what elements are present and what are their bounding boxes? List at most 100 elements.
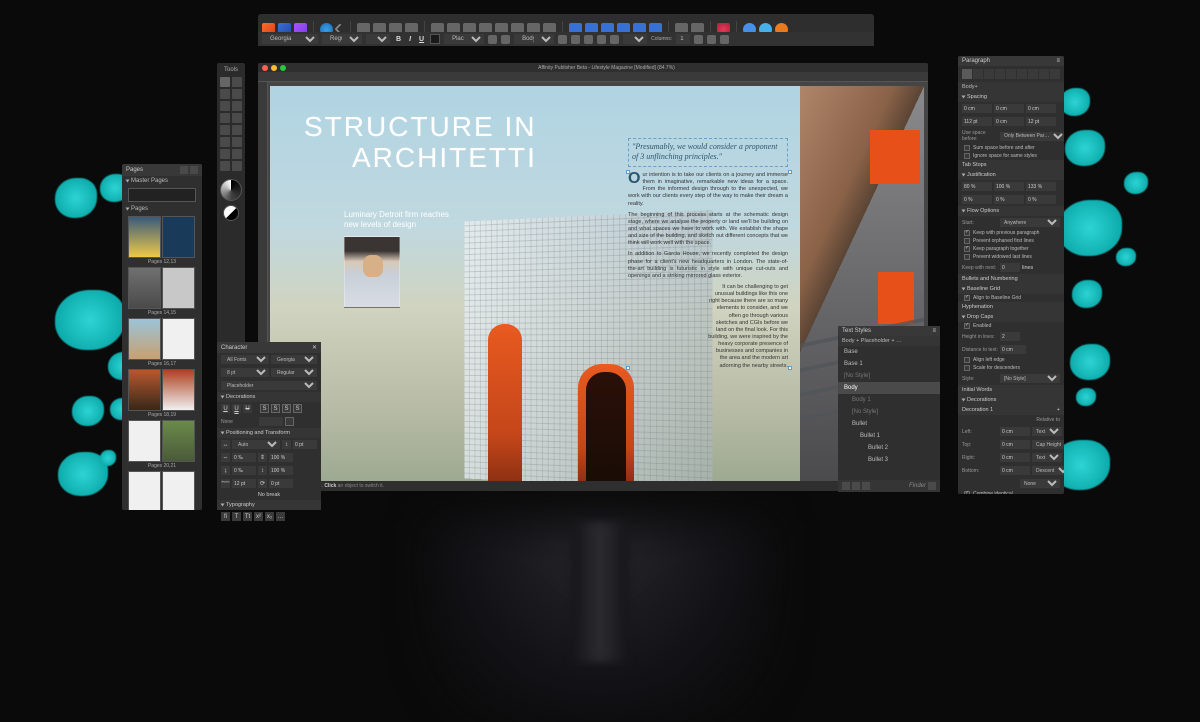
decorations-section[interactable]: Decorations [967, 397, 996, 403]
caps-icon[interactable]: T [232, 512, 241, 521]
height-lines-input[interactable] [1000, 332, 1020, 341]
view-tool-icon[interactable] [232, 161, 242, 171]
page-thumb[interactable] [128, 216, 161, 258]
add-page-icon[interactable] [180, 166, 188, 174]
leading-input[interactable] [269, 466, 293, 475]
positioning-section[interactable]: Positioning and Transform [226, 430, 290, 436]
typo-more-icon[interactable]: … [276, 512, 285, 521]
indent-left-input[interactable] [962, 104, 992, 113]
hscale-input[interactable] [232, 453, 256, 462]
deco-top-rel[interactable]: Cap Height [1032, 440, 1064, 449]
align-right-button[interactable] [984, 69, 994, 79]
bold-button[interactable]: B [394, 36, 403, 43]
deco-right-rel[interactable]: Text [1032, 453, 1062, 462]
use-space-select[interactable]: Only Between Par… [1000, 132, 1064, 141]
pages-section-label[interactable]: Pages [131, 206, 148, 212]
style-body[interactable]: Body [838, 382, 940, 394]
dist-text-input[interactable] [1000, 345, 1026, 354]
headline[interactable]: STRUCTURE IN ARCHITETTI [304, 112, 537, 174]
style-bullet1[interactable]: Bullet 1 [838, 430, 940, 442]
typography-section[interactable]: Typography [226, 502, 255, 508]
artistic-text-tool-icon[interactable] [220, 89, 230, 99]
deco-bottom-rel[interactable]: Descent [1032, 466, 1064, 475]
deco-width-input[interactable] [259, 417, 283, 426]
align-l-icon[interactable] [558, 35, 567, 44]
style-nostyle2[interactable]: [No Style] [838, 406, 940, 418]
style-bullet[interactable]: Bullet [838, 418, 940, 430]
font-size-select[interactable]: 8 pt [221, 368, 269, 377]
align-left-edge-check[interactable] [964, 357, 970, 363]
widow-check[interactable] [964, 254, 970, 260]
align-c-icon[interactable] [571, 35, 580, 44]
font-family-select[interactable]: Georgia [262, 34, 318, 44]
char-style-select[interactable]: Placeholder [221, 381, 317, 390]
justify-all-button[interactable] [1028, 69, 1038, 79]
underline-button[interactable]: U [221, 404, 230, 413]
new-group-style-icon[interactable] [862, 482, 870, 490]
add-deco-icon[interactable]: + [1057, 407, 1060, 413]
align-towards-button[interactable] [1039, 69, 1049, 79]
hyphen-section[interactable]: Hyphenation [958, 302, 1064, 312]
vscale-input[interactable] [269, 453, 293, 462]
space-after-input[interactable] [1026, 117, 1056, 126]
deco-fill-select[interactable]: None [1020, 479, 1060, 488]
page-thumb[interactable] [128, 267, 161, 309]
deco-top-input[interactable] [1000, 440, 1030, 449]
underline-button[interactable]: U [417, 36, 426, 43]
page-thumb[interactable] [162, 369, 195, 411]
list-icon[interactable] [610, 35, 619, 44]
ligature-icon[interactable]: fi [221, 512, 230, 521]
selection-handle-icon[interactable] [626, 366, 630, 370]
table-tool-icon[interactable] [220, 101, 230, 111]
align-j-icon[interactable] [597, 35, 606, 44]
page-thumb[interactable] [162, 216, 195, 258]
dropcaps-enabled-check[interactable] [964, 323, 970, 329]
panel-menu-icon[interactable]: ≡ [1056, 58, 1060, 64]
dropcap-style-select[interactable]: [No Style] [1000, 374, 1060, 383]
character-panel-icon[interactable] [488, 35, 497, 44]
master-thumb[interactable] [128, 188, 196, 202]
super-icon[interactable]: x² [254, 512, 263, 521]
smallcaps-icon[interactable]: Tt [243, 512, 252, 521]
selection-handle-icon[interactable] [788, 170, 792, 174]
deco-bottom-input[interactable] [1000, 466, 1030, 475]
text-color-swatch[interactable] [430, 34, 440, 44]
bullets-section[interactable]: Bullets and Numbering [958, 274, 1064, 284]
initial-words-section[interactable]: Initial Words [958, 385, 1064, 395]
deco-color[interactable] [285, 417, 294, 426]
outline-button[interactable]: S [282, 404, 291, 413]
zoom-window-icon[interactable] [280, 65, 286, 71]
max-word-input[interactable] [1026, 182, 1056, 191]
style-nostyle[interactable]: [No Style] [838, 370, 940, 382]
picture-frame-tool-icon[interactable] [220, 125, 230, 135]
page-thumb[interactable] [128, 471, 161, 510]
keep-prev-check[interactable] [964, 230, 970, 236]
panel-menu-icon[interactable]: ≡ [932, 328, 936, 334]
vector-crop-tool-icon[interactable] [220, 137, 230, 147]
swap-colors-icon[interactable] [223, 205, 239, 221]
style-base[interactable]: Base [838, 346, 940, 358]
start-select[interactable]: Anywhere [1000, 218, 1060, 227]
place-image-tool-icon[interactable] [232, 125, 242, 135]
color-picker-tool-icon[interactable] [232, 149, 242, 159]
page-thumb[interactable] [162, 420, 195, 462]
ignore-space-check[interactable] [964, 153, 970, 159]
ellipse-tool-icon[interactable] [232, 113, 242, 123]
page-thumb[interactable] [162, 267, 195, 309]
keep-next-input[interactable] [1000, 263, 1020, 272]
font-collection-select[interactable]: All Fonts [221, 355, 269, 364]
opt-letter-input[interactable] [994, 195, 1024, 204]
tab-stops-section[interactable]: Tab Stops [958, 160, 1064, 170]
panel-menu-icon[interactable] [190, 166, 198, 174]
font-weight-select[interactable]: Regular [271, 368, 317, 377]
strike-color-button[interactable]: S [293, 404, 302, 413]
sum-space-check[interactable] [964, 145, 970, 151]
kerning-select[interactable]: Auto [232, 440, 280, 449]
rectangle-tool-icon[interactable] [220, 113, 230, 123]
page-thumb[interactable] [128, 420, 161, 462]
opt-word-input[interactable] [994, 182, 1024, 191]
style-bullet2[interactable]: Bullet 2 [838, 442, 940, 454]
double-underline-button[interactable]: U [232, 404, 241, 413]
deco-left-input[interactable] [1000, 427, 1030, 436]
align-r-icon[interactable] [584, 35, 593, 44]
